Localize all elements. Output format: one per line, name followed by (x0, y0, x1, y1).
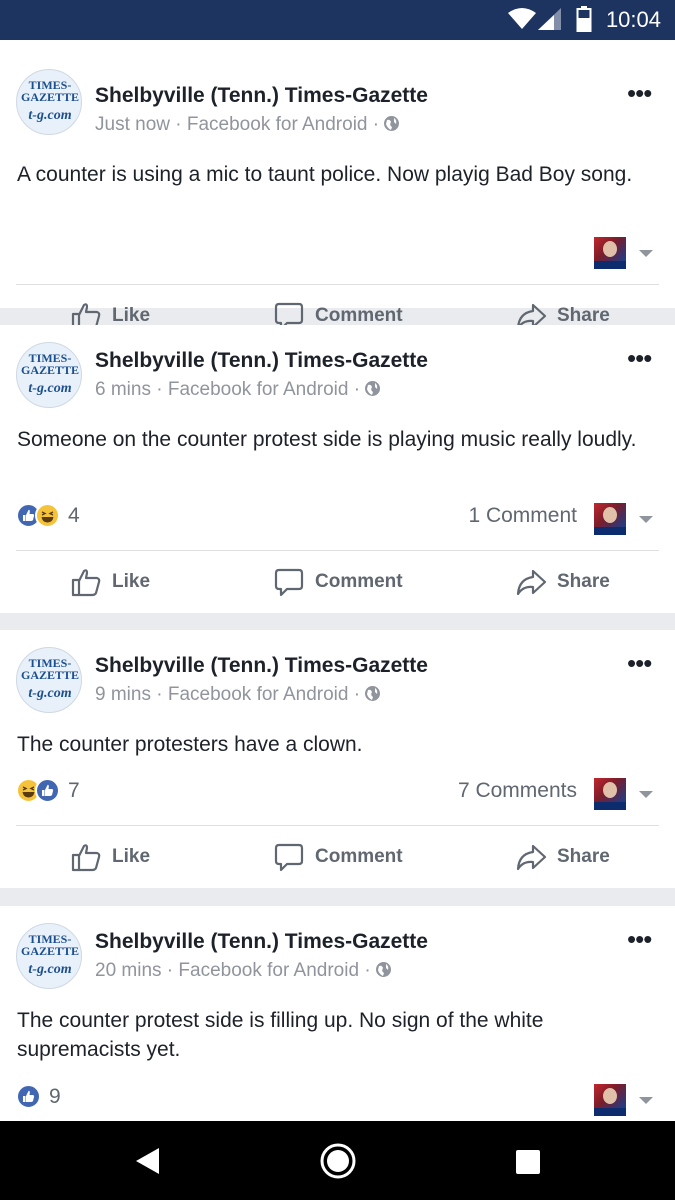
status-clock: 10:04 (605, 7, 661, 32)
reaction-count: 7 (68, 778, 80, 802)
feed-post: TIMES- GAZETTE t-g.com Shelbyville (Tenn.… (0, 325, 675, 613)
post-time[interactable]: 20 mins (95, 960, 162, 981)
logo-line2: GAZETTE (21, 668, 80, 682)
comment-label: Comment (315, 846, 403, 867)
like-label: Like (112, 571, 151, 592)
globe-icon (365, 686, 381, 701)
share-label: Share (557, 305, 610, 326)
like-button[interactable]: Like (70, 551, 150, 613)
android-nav-bar (0, 1121, 675, 1200)
signal-icon (538, 8, 561, 30)
commenter-avatar[interactable] (594, 503, 626, 535)
post-meta: Just now · Facebook for Android · (95, 114, 400, 136)
post-time[interactable]: 6 mins (95, 379, 151, 400)
caret-down-icon[interactable] (639, 1097, 653, 1104)
thumbs-up-icon (71, 569, 101, 597)
page-avatar[interactable]: TIMES- GAZETTE t-g.com (16, 647, 82, 713)
post-via: Facebook for Android (186, 114, 368, 135)
page-name[interactable]: Shelbyville (Tenn.) Times-Gazette (95, 349, 428, 373)
reactions-summary[interactable]: 9 (16, 1084, 61, 1109)
share-label: Share (557, 571, 610, 592)
share-button[interactable]: Share (515, 826, 610, 888)
more-options-icon[interactable]: ••• (627, 343, 652, 374)
post-via: Facebook for Android (178, 960, 360, 981)
share-arrow-icon (516, 569, 547, 596)
comment-count[interactable]: 7 Comments (458, 779, 577, 803)
logo-site: t-g.com (28, 108, 72, 123)
news-feed[interactable]: TIMES- GAZETTE t-g.com Shelbyville (Tenn.… (0, 40, 675, 1121)
post-text: A counter is using a mic to taunt police… (17, 163, 633, 186)
feed-post: TIMES- GAZETTE t-g.com Shelbyville (Tenn.… (0, 40, 675, 331)
post-text: The counter protesters have a clown. (17, 733, 363, 756)
like-button[interactable]: Like (70, 826, 150, 888)
comment-count[interactable]: 1 Comment (468, 504, 577, 528)
more-options-icon[interactable]: ••• (627, 924, 652, 955)
commenter-avatar[interactable] (594, 1084, 626, 1116)
logo-line2: GAZETTE (21, 944, 80, 958)
page-name[interactable]: Shelbyville (Tenn.) Times-Gazette (95, 84, 428, 108)
share-button[interactable]: Share (515, 551, 610, 613)
page-avatar[interactable]: TIMES- GAZETTE t-g.com (16, 69, 82, 135)
action-bar: Like Comment Share (0, 551, 675, 613)
haha-reaction-icon (35, 503, 60, 528)
logo-line2: GAZETTE (21, 90, 80, 104)
home-icon[interactable] (319, 1142, 357, 1180)
comment-icon (274, 568, 304, 597)
wifi-icon (508, 8, 536, 29)
comment-button[interactable]: Comment (273, 551, 403, 613)
post-time[interactable]: Just now (95, 114, 170, 135)
like-reaction-icon (35, 778, 60, 803)
reaction-count: 4 (68, 503, 80, 527)
more-options-icon[interactable]: ••• (627, 648, 652, 679)
globe-icon (375, 962, 391, 977)
page-name[interactable]: Shelbyville (Tenn.) Times-Gazette (95, 654, 428, 678)
post-meta: 20 mins · Facebook for Android · (95, 960, 392, 982)
logo-site: t-g.com (28, 962, 72, 977)
post-time[interactable]: 9 mins (95, 684, 151, 705)
like-reaction-icon (16, 1084, 41, 1109)
post-text: Someone on the counter protest side is p… (17, 428, 637, 451)
reaction-count: 9 (49, 1084, 61, 1108)
feed-post: TIMES- GAZETTE t-g.com Shelbyville (Tenn.… (0, 906, 675, 1121)
post-meta: 9 mins · Facebook for Android · (95, 684, 381, 706)
post-via: Facebook for Android (167, 379, 349, 400)
comment-label: Comment (315, 305, 403, 326)
more-options-icon[interactable]: ••• (627, 78, 652, 109)
reactions-summary[interactable]: 4 (16, 503, 80, 528)
like-label: Like (112, 305, 151, 326)
feed-post: TIMES- GAZETTE t-g.com Shelbyville (Tenn.… (0, 630, 675, 888)
recent-apps-icon[interactable] (516, 1150, 540, 1174)
globe-icon (365, 381, 381, 396)
commenter-avatar[interactable] (594, 778, 626, 810)
globe-icon (384, 116, 400, 131)
comment-button[interactable]: Comment (273, 826, 403, 888)
thumbs-up-icon (71, 844, 101, 872)
share-arrow-icon (516, 844, 547, 871)
caret-down-icon[interactable] (639, 516, 653, 523)
post-via: Facebook for Android (167, 684, 349, 705)
status-bar: 10:04 (0, 0, 675, 40)
caret-down-icon[interactable] (639, 791, 653, 798)
share-label: Share (557, 846, 610, 867)
post-text: The counter protest side is filling up. … (17, 1009, 544, 1061)
logo-site: t-g.com (28, 381, 72, 396)
page-avatar[interactable]: TIMES- GAZETTE t-g.com (16, 923, 82, 989)
page-name[interactable]: Shelbyville (Tenn.) Times-Gazette (95, 930, 428, 954)
logo-line2: GAZETTE (21, 363, 80, 377)
comment-label: Comment (315, 571, 403, 592)
caret-down-icon[interactable] (639, 250, 653, 257)
commenter-avatar[interactable] (594, 237, 626, 269)
logo-site: t-g.com (28, 686, 72, 701)
page-avatar[interactable]: TIMES- GAZETTE t-g.com (16, 342, 82, 408)
back-icon[interactable] (135, 1147, 161, 1175)
action-bar: Like Comment Share (0, 826, 675, 888)
reactions-summary[interactable]: 7 (16, 778, 80, 803)
battery-icon (576, 6, 592, 32)
like-label: Like (112, 846, 151, 867)
post-meta: 6 mins · Facebook for Android · (95, 379, 381, 401)
comment-icon (274, 843, 304, 872)
